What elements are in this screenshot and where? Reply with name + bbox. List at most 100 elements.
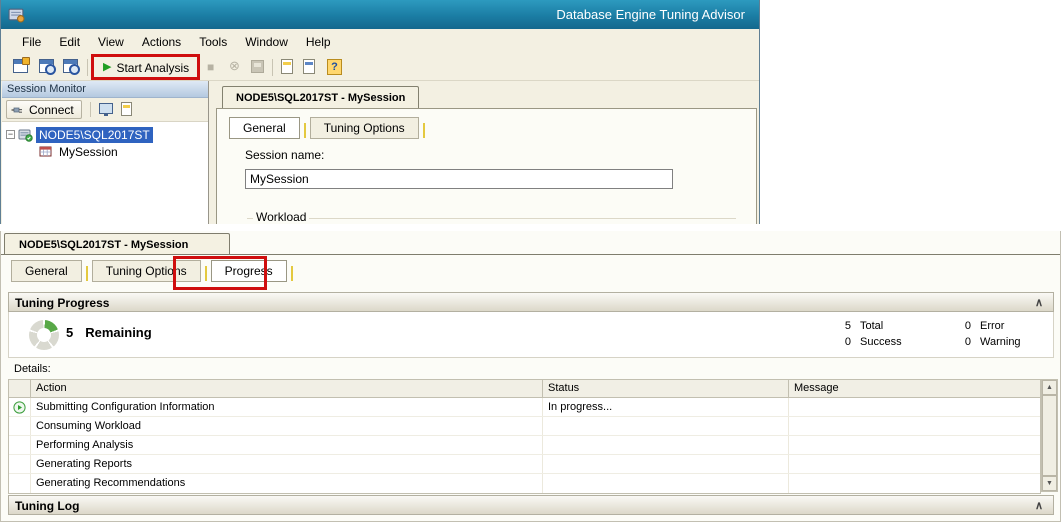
document-tab[interactable]: NODE5\SQL2017ST - MySession: [222, 86, 419, 108]
collapse-chevron-icon[interactable]: ∧: [1035, 296, 1043, 309]
table-row[interactable]: Performing Analysis: [9, 436, 1040, 455]
document-body: General Tuning Options Session name: Wor…: [216, 108, 757, 224]
toolbar-separator: [90, 102, 91, 117]
column-header-action[interactable]: Action: [31, 380, 543, 397]
refresh-session-icon[interactable]: [121, 102, 132, 116]
tab-general[interactable]: General: [229, 117, 300, 139]
document-tab-strip: General Tuning Options Progress: [11, 260, 297, 282]
document-tab-strip: General Tuning Options: [229, 117, 429, 139]
session-name-input[interactable]: [245, 169, 673, 189]
cell-status: [543, 436, 789, 454]
stat-error-label: Error: [980, 320, 1004, 332]
monitor-icon[interactable]: [99, 103, 113, 114]
stat-total-label: Total: [860, 320, 883, 332]
stats-column-2: 0Error 0Warning: [957, 318, 1021, 350]
row-indicator: [9, 474, 31, 493]
tuning-progress-header[interactable]: Tuning Progress ∧: [8, 292, 1054, 312]
menu-edit[interactable]: Edit: [50, 31, 89, 53]
stat-error-value: 0: [957, 318, 971, 334]
dta-main-window: Database Engine Tuning Advisor File Edit…: [0, 0, 760, 224]
stop-analysis-icon[interactable]: ■: [207, 61, 214, 73]
tab-separator: [304, 123, 306, 138]
stat-total-value: 5: [837, 318, 851, 334]
tab-tuning-options[interactable]: Tuning Options: [310, 117, 419, 139]
menu-help[interactable]: Help: [297, 31, 340, 53]
tab-general[interactable]: General: [11, 260, 82, 282]
stat-success-label: Success: [860, 336, 902, 348]
play-icon: ▶: [103, 62, 111, 73]
title-bar[interactable]: Database Engine Tuning Advisor: [1, 0, 759, 29]
plug-icon: [11, 103, 25, 117]
tab-tuning-options[interactable]: Tuning Options: [92, 260, 201, 282]
row-indicator-header: [9, 380, 31, 397]
progress-pie-icon: [29, 320, 59, 350]
scroll-down-icon[interactable]: ▼: [1042, 476, 1057, 491]
cell-message: [789, 455, 1040, 473]
menu-bar: File Edit View Actions Tools Window Help: [1, 29, 759, 54]
row-indicator: [9, 436, 31, 454]
document-tab[interactable]: NODE5\SQL2017ST - MySession: [4, 233, 230, 255]
session-monitor-title: Session Monitor: [2, 81, 208, 98]
start-analysis-button[interactable]: ▶ Start Analysis: [99, 58, 193, 77]
cell-action: Performing Analysis: [31, 436, 543, 454]
column-header-message[interactable]: Message: [789, 380, 1040, 397]
main-toolbar: ▶ Start Analysis ■ ⊗ ?: [1, 54, 759, 81]
dta-progress-view: NODE5\SQL2017ST - MySession General Tuni…: [0, 231, 1061, 522]
stat-success: 0Success: [837, 334, 902, 350]
stat-error: 0 Error: [957, 318, 1021, 334]
details-label: Details:: [14, 363, 51, 375]
tuning-options-icon[interactable]: [303, 59, 315, 74]
session-monitor-panel: Session Monitor Connect − NODE5\SQL2017S…: [2, 81, 209, 224]
workload-groupbox-line: [247, 218, 736, 219]
table-row[interactable]: Submitting Configuration Information In …: [9, 398, 1040, 417]
app-icon[interactable]: [8, 6, 25, 23]
open-session-icon[interactable]: [39, 59, 54, 73]
session-tree: − NODE5\SQL2017ST MySession: [2, 123, 207, 224]
cell-status: [543, 455, 789, 473]
cell-action: Consuming Workload: [31, 417, 543, 435]
remaining-count: 5: [66, 325, 73, 340]
menu-view[interactable]: View: [89, 31, 133, 53]
connect-button[interactable]: Connect: [6, 100, 82, 119]
menu-window[interactable]: Window: [236, 31, 297, 53]
collapse-expander-icon[interactable]: −: [6, 130, 15, 139]
tab-separator: [291, 266, 293, 281]
cell-message: [789, 398, 1040, 416]
table-header-row: Action Status Message: [9, 380, 1040, 398]
cell-status: [543, 417, 789, 435]
view-sessions-icon[interactable]: [63, 59, 78, 73]
new-session-icon[interactable]: [13, 59, 28, 73]
menu-file[interactable]: File: [13, 31, 50, 53]
vertical-scrollbar[interactable]: ▲ ▼: [1041, 379, 1058, 492]
cell-action: Generating Reports: [31, 455, 543, 473]
tuning-log-header[interactable]: Tuning Log ∧: [8, 495, 1054, 515]
server-node-label[interactable]: NODE5\SQL2017ST: [36, 127, 153, 143]
window-title: Database Engine Tuning Advisor: [556, 7, 745, 22]
tab-progress[interactable]: Progress: [211, 260, 287, 282]
save-session-icon[interactable]: [251, 60, 264, 73]
column-header-status[interactable]: Status: [543, 380, 789, 397]
tree-row-session[interactable]: MySession: [2, 143, 207, 160]
table-row[interactable]: Generating Reports: [9, 455, 1040, 474]
scrollbar-thumb[interactable]: [1042, 395, 1057, 476]
scroll-up-icon[interactable]: ▲: [1042, 380, 1057, 395]
start-analysis-label: Start Analysis: [116, 61, 189, 75]
tree-row-server[interactable]: − NODE5\SQL2017ST: [2, 126, 207, 143]
stats-column-1: 5 Total 0Success: [837, 318, 902, 350]
cancel-icon[interactable]: ⊗: [229, 60, 240, 72]
cell-status: [543, 474, 789, 493]
menu-actions[interactable]: Actions: [133, 31, 190, 53]
remaining-status: 5Remaining: [66, 325, 152, 340]
table-row[interactable]: Consuming Workload: [9, 417, 1040, 436]
tuning-log-title: Tuning Log: [15, 499, 79, 513]
collapse-chevron-icon[interactable]: ∧: [1035, 499, 1043, 512]
cell-message: [789, 436, 1040, 454]
properties-icon[interactable]: [281, 59, 293, 74]
cell-message: [789, 474, 1040, 493]
session-document: NODE5\SQL2017ST - MySession General Tuni…: [216, 84, 757, 224]
session-table-icon: [39, 145, 53, 158]
help-icon[interactable]: ?: [327, 59, 342, 75]
table-row[interactable]: Generating Recommendations: [9, 474, 1040, 493]
session-node-label[interactable]: MySession: [56, 144, 121, 160]
menu-tools[interactable]: Tools: [190, 31, 236, 53]
